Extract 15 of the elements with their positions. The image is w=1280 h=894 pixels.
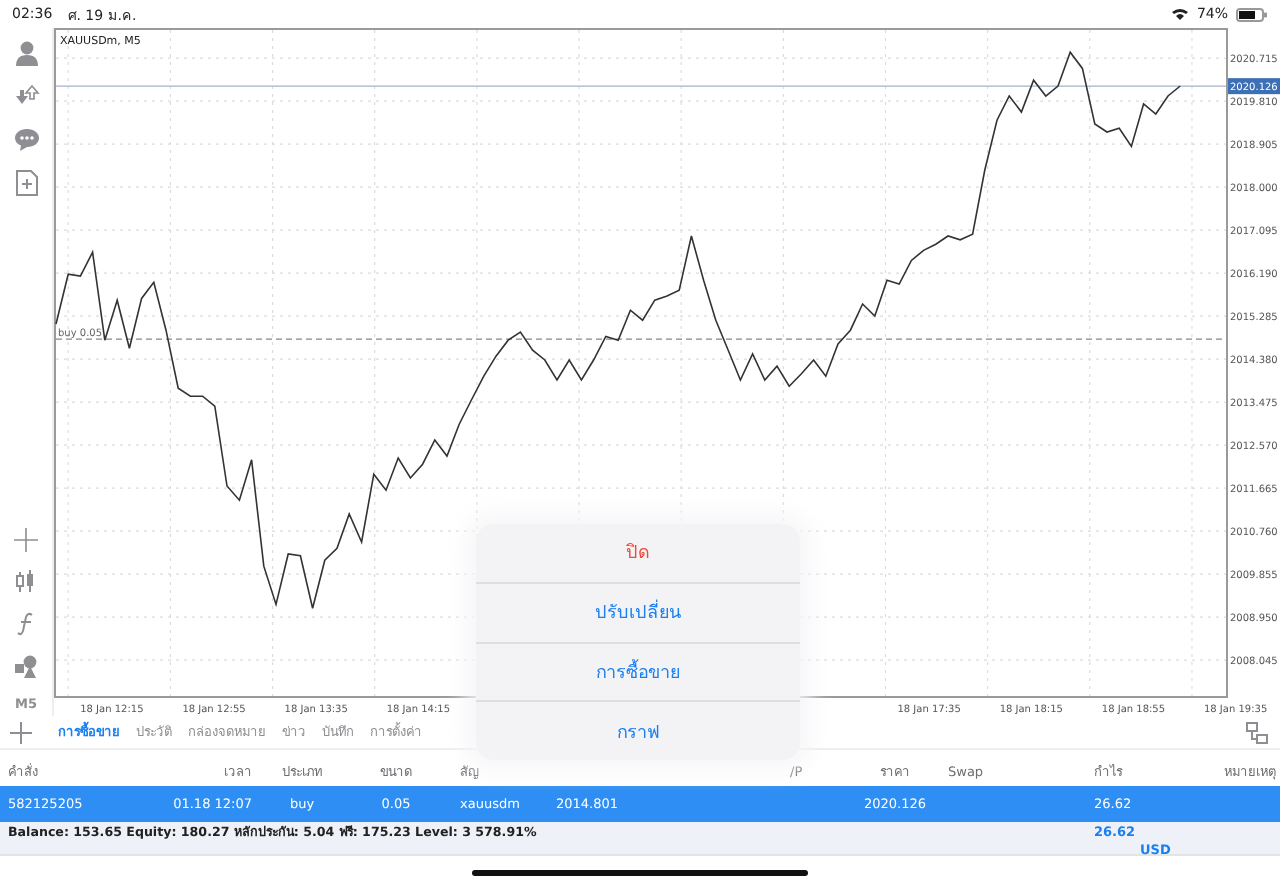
layout-icon[interactable] [1246,721,1268,743]
action-item[interactable]: กราฟ [476,702,800,760]
function-icon[interactable] [16,612,36,636]
new-document-icon[interactable] [15,170,37,196]
wifi-icon [1172,8,1189,20]
action-item[interactable]: ปิด [476,524,800,584]
action-item[interactable]: การซื้อขาย [476,643,800,703]
chat-icon[interactable] [13,128,39,152]
account-icon[interactable] [13,40,39,66]
crosshair-icon[interactable] [14,528,38,552]
candlestick-icon[interactable] [14,570,38,594]
battery-icon [1236,7,1268,21]
add-icon[interactable] [10,721,32,743]
action-item[interactable]: ปรับเปลี่ยน [476,583,800,643]
shapes-icon[interactable] [13,654,39,678]
